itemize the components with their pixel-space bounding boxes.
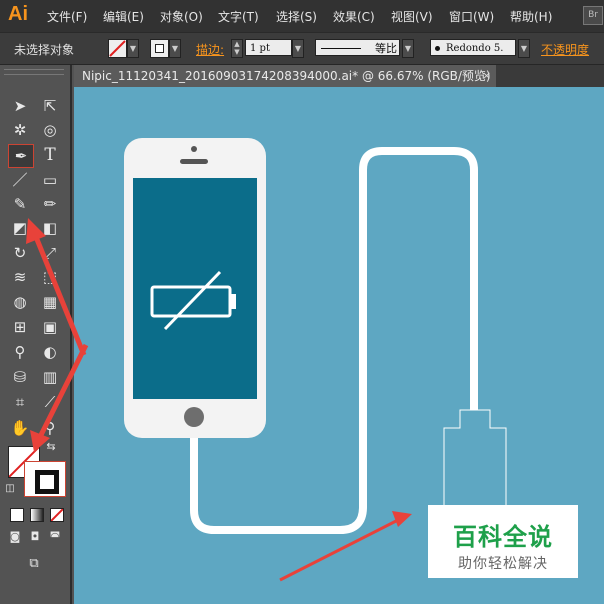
watermark-subtitle: 助你轻松解决	[458, 556, 548, 572]
home-button	[184, 407, 204, 427]
phone-speaker	[180, 159, 208, 164]
watermark-logo: 百科全说 助你轻松解决	[428, 505, 578, 578]
phone-camera	[191, 146, 197, 152]
watermark-title: 百科全说	[453, 523, 553, 551]
arrow-to-fill-stroke	[37, 343, 89, 439]
arrow-to-pen-tool	[31, 231, 87, 356]
usb-plug-outline	[443, 409, 507, 507]
phone-connector	[184, 429, 204, 437]
